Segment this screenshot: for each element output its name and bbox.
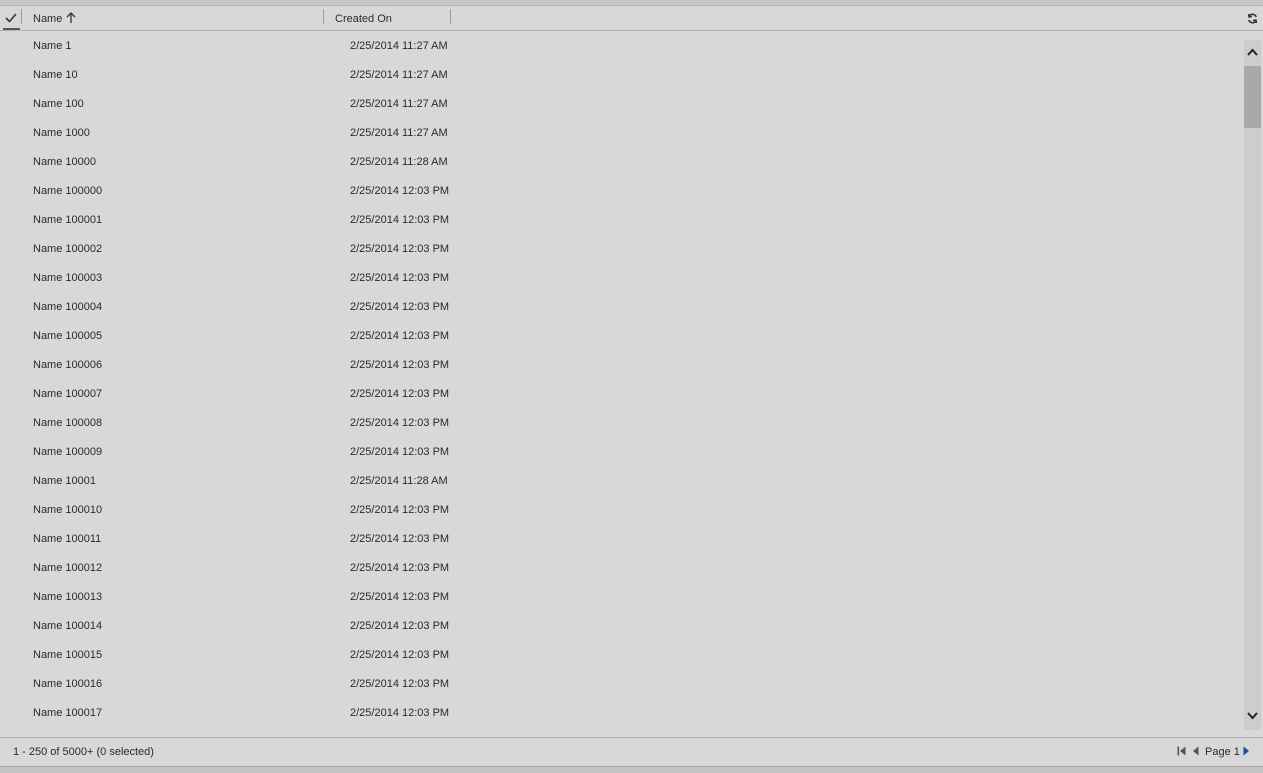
name-cell: Name 100011 <box>33 533 102 545</box>
refresh-icon[interactable] <box>1247 13 1258 24</box>
column-header-name-label: Name <box>33 13 63 25</box>
name-cell: Name 100016 <box>33 678 103 690</box>
name-cell: Name 10000 <box>33 156 96 168</box>
table-row[interactable]: Name 100008 2/25/2014 12:03 PM <box>0 408 1243 437</box>
name-cell: Name 100007 <box>33 388 103 400</box>
column-separator <box>21 9 22 24</box>
created-on-cell: 2/25/2014 12:03 PM <box>350 243 450 255</box>
records-grid: Name Created On Name 1 2/25/2014 11:27 AM… <box>0 6 1263 765</box>
created-on-cell: 2/25/2014 11:28 AM <box>350 156 448 168</box>
created-on-cell: 2/25/2014 12:03 PM <box>350 678 450 690</box>
table-row[interactable]: Name 100015 2/25/2014 12:03 PM <box>0 640 1243 669</box>
created-on-cell: 2/25/2014 12:03 PM <box>350 591 450 603</box>
scroll-down-button[interactable] <box>1244 705 1261 729</box>
chevron-up-icon <box>1247 48 1258 56</box>
checkmark-icon <box>5 13 17 23</box>
name-cell: Name 100 <box>33 98 84 110</box>
name-cell: Name 10 <box>33 69 78 81</box>
select-all-indicator <box>3 28 20 30</box>
page-indicator: Page 1 <box>1205 746 1240 758</box>
name-cell: Name 100001 <box>33 214 103 226</box>
grid-rows: Name 1 2/25/2014 11:27 AM Name 10 2/25/2014… <box>0 31 1243 737</box>
table-row[interactable]: Name 100 2/25/2014 11:27 AM <box>0 89 1243 118</box>
created-on-cell: 2/25/2014 12:03 PM <box>350 649 450 661</box>
table-row[interactable]: Name 10000 2/25/2014 11:28 AM <box>0 147 1243 176</box>
column-resize-handle[interactable] <box>323 9 324 24</box>
table-row[interactable]: Name 100011 2/25/2014 12:03 PM <box>0 524 1243 553</box>
name-cell: Name 100006 <box>33 359 103 371</box>
table-row[interactable]: Name 100012 2/25/2014 12:03 PM <box>0 553 1243 582</box>
created-on-cell: 2/25/2014 12:03 PM <box>350 446 450 458</box>
name-cell: Name 100010 <box>33 504 103 516</box>
created-on-cell: 2/25/2014 12:03 PM <box>350 562 450 574</box>
column-header-created-on-label: Created On <box>335 13 392 25</box>
created-on-cell: 2/25/2014 12:03 PM <box>350 388 450 400</box>
table-row[interactable]: Name 100005 2/25/2014 12:03 PM <box>0 321 1243 350</box>
created-on-cell: 2/25/2014 12:03 PM <box>350 707 450 719</box>
name-cell: Name 100002 <box>33 243 103 255</box>
name-cell: Name 100012 <box>33 562 103 574</box>
created-on-cell: 2/25/2014 12:03 PM <box>350 417 450 429</box>
grid-footer: 1 - 250 of 5000+ (0 selected) Page 1 <box>0 737 1263 765</box>
table-row[interactable]: Name 100000 2/25/2014 12:03 PM <box>0 176 1243 205</box>
table-row[interactable]: Name 100001 2/25/2014 12:03 PM <box>0 205 1243 234</box>
name-cell: Name 100008 <box>33 417 103 429</box>
table-row[interactable]: Name 100003 2/25/2014 12:03 PM <box>0 263 1243 292</box>
name-cell: Name 100003 <box>33 272 103 284</box>
name-cell: Name 100015 <box>33 649 103 661</box>
first-page-icon[interactable] <box>1177 746 1186 756</box>
record-count-status: 1 - 250 of 5000+ (0 selected) <box>13 746 154 758</box>
name-cell: Name 100013 <box>33 591 103 603</box>
table-row[interactable]: Name 100004 2/25/2014 12:03 PM <box>0 292 1243 321</box>
table-row[interactable]: Name 100017 2/25/2014 12:03 PM <box>0 698 1243 727</box>
created-on-cell: 2/25/2014 12:03 PM <box>350 533 450 545</box>
created-on-cell: 2/25/2014 12:03 PM <box>350 272 450 284</box>
table-row[interactable]: Name 100007 2/25/2014 12:03 PM <box>0 379 1243 408</box>
table-row[interactable]: Name 100013 2/25/2014 12:03 PM <box>0 582 1243 611</box>
created-on-cell: 2/25/2014 11:27 AM <box>350 127 448 139</box>
created-on-cell: 2/25/2014 12:03 PM <box>350 330 450 342</box>
next-page-icon[interactable] <box>1243 746 1250 756</box>
created-on-cell: 2/25/2014 12:03 PM <box>350 301 450 313</box>
created-on-cell: 2/25/2014 12:03 PM <box>350 214 450 226</box>
vertical-scrollbar[interactable] <box>1244 40 1261 730</box>
name-cell: Name 100000 <box>33 185 103 197</box>
column-header-created-on[interactable]: Created On <box>335 12 392 26</box>
name-cell: Name 100005 <box>33 330 103 342</box>
name-cell: Name 100004 <box>33 301 103 313</box>
table-row[interactable]: Name 100006 2/25/2014 12:03 PM <box>0 350 1243 379</box>
created-on-cell: 2/25/2014 11:27 AM <box>350 98 448 110</box>
created-on-cell: 2/25/2014 12:03 PM <box>350 504 450 516</box>
created-on-cell: 2/25/2014 11:27 AM <box>350 69 448 81</box>
table-row[interactable]: Name 10 2/25/2014 11:27 AM <box>0 60 1243 89</box>
select-all-checkbox[interactable] <box>0 6 21 30</box>
name-cell: Name 1000 <box>33 127 90 139</box>
scroll-thumb[interactable] <box>1244 66 1261 128</box>
table-row[interactable]: Name 1 2/25/2014 11:27 AM <box>0 31 1243 60</box>
column-resize-handle[interactable] <box>450 9 451 24</box>
name-cell: Name 100017 <box>33 707 103 719</box>
name-cell: Name 100014 <box>33 620 103 632</box>
column-header-name[interactable]: Name <box>33 12 62 26</box>
table-row[interactable]: Name 100009 2/25/2014 12:03 PM <box>0 437 1243 466</box>
scroll-up-button[interactable] <box>1244 40 1261 64</box>
table-row[interactable]: Name 100002 2/25/2014 12:03 PM <box>0 234 1243 263</box>
name-cell: Name 100009 <box>33 446 103 458</box>
created-on-cell: 2/25/2014 12:03 PM <box>350 185 450 197</box>
name-cell: Name 1 <box>33 40 72 52</box>
table-row[interactable]: Name 1000 2/25/2014 11:27 AM <box>0 118 1243 147</box>
table-row[interactable]: Name 100014 2/25/2014 12:03 PM <box>0 611 1243 640</box>
table-row[interactable]: Name 100010 2/25/2014 12:03 PM <box>0 495 1243 524</box>
grid-header: Name Created On <box>0 6 1263 31</box>
name-cell: Name 10001 <box>33 475 96 487</box>
created-on-cell: 2/25/2014 11:27 AM <box>350 40 448 52</box>
chevron-down-icon <box>1247 712 1258 720</box>
created-on-cell: 2/25/2014 12:03 PM <box>350 620 450 632</box>
table-row[interactable]: Name 10001 2/25/2014 11:28 AM <box>0 466 1243 495</box>
table-row[interactable]: Name 100016 2/25/2014 12:03 PM <box>0 669 1243 698</box>
created-on-cell: 2/25/2014 12:03 PM <box>350 359 450 371</box>
previous-page-icon[interactable] <box>1192 746 1199 756</box>
arrow-up-icon <box>66 12 76 23</box>
created-on-cell: 2/25/2014 11:28 AM <box>350 475 448 487</box>
